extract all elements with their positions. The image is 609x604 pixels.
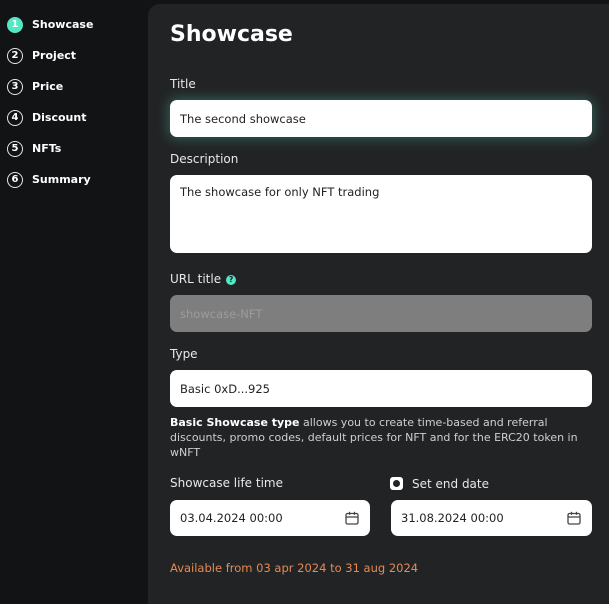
calendar-icon[interactable] [345, 511, 359, 525]
start-date-input[interactable]: 03.04.2024 00:00 [170, 500, 370, 536]
description-label: Description [170, 152, 239, 166]
step-discount[interactable]: 4 Discount [7, 102, 147, 133]
title-input[interactable]: The second showcase [170, 100, 592, 137]
step-number: 2 [7, 47, 23, 64]
step-price[interactable]: 3 Price [7, 71, 147, 102]
step-showcase[interactable]: 1 Showcase [7, 9, 147, 40]
step-number: 1 [7, 16, 23, 33]
type-description: Basic Showcase type allows you to create… [170, 415, 592, 460]
step-number: 3 [7, 78, 23, 95]
set-end-date-checkbox[interactable] [390, 477, 403, 490]
step-label: Summary [32, 173, 91, 186]
type-select-value: Basic 0xD...925 [180, 381, 270, 396]
end-date-input[interactable]: 31.08.2024 00:00 [391, 500, 592, 536]
help-icon[interactable]: ? [226, 275, 237, 285]
checkbox-checked-dot [393, 480, 400, 487]
set-end-date-label: Set end date [412, 477, 489, 491]
end-date-value: 31.08.2024 00:00 [401, 511, 504, 525]
step-number: 5 [7, 140, 23, 157]
url-title-input-value: showcase-NFT [180, 306, 263, 321]
url-title-label: URL title? [170, 272, 237, 286]
step-summary[interactable]: 6 Summary [7, 164, 147, 195]
showcase-form-panel: Showcase Title The second showcase Descr… [148, 4, 609, 604]
availability-text: Available from 03 apr 2024 to 31 aug 202… [170, 561, 419, 575]
step-number: 4 [7, 109, 23, 126]
step-label: Showcase [32, 18, 94, 31]
start-date-value: 03.04.2024 00:00 [180, 511, 283, 525]
step-project[interactable]: 2 Project [7, 40, 147, 71]
type-select[interactable]: Basic 0xD...925 [170, 370, 592, 407]
description-textarea[interactable]: The showcase for only NFT trading [170, 175, 592, 253]
description-textarea-value: The showcase for only NFT trading [180, 185, 380, 199]
url-title-label-text: URL title [170, 272, 222, 286]
step-label: NFTs [32, 142, 62, 155]
type-description-bold: Basic Showcase type [170, 416, 300, 429]
step-label: Discount [32, 111, 87, 124]
step-list: 1 Showcase 2 Project 3 Price 4 Discount … [7, 9, 147, 195]
title-label: Title [170, 77, 196, 91]
title-input-value: The second showcase [180, 111, 306, 126]
step-label: Project [32, 49, 77, 62]
page-title: Showcase [170, 22, 293, 47]
step-label: Price [32, 80, 64, 93]
type-label: Type [170, 347, 198, 361]
step-nfts[interactable]: 5 NFTs [7, 133, 147, 164]
calendar-icon[interactable] [567, 511, 581, 525]
url-title-input: showcase-NFT [170, 295, 592, 332]
step-number: 6 [7, 171, 23, 188]
lifetime-label: Showcase life time [170, 476, 283, 490]
